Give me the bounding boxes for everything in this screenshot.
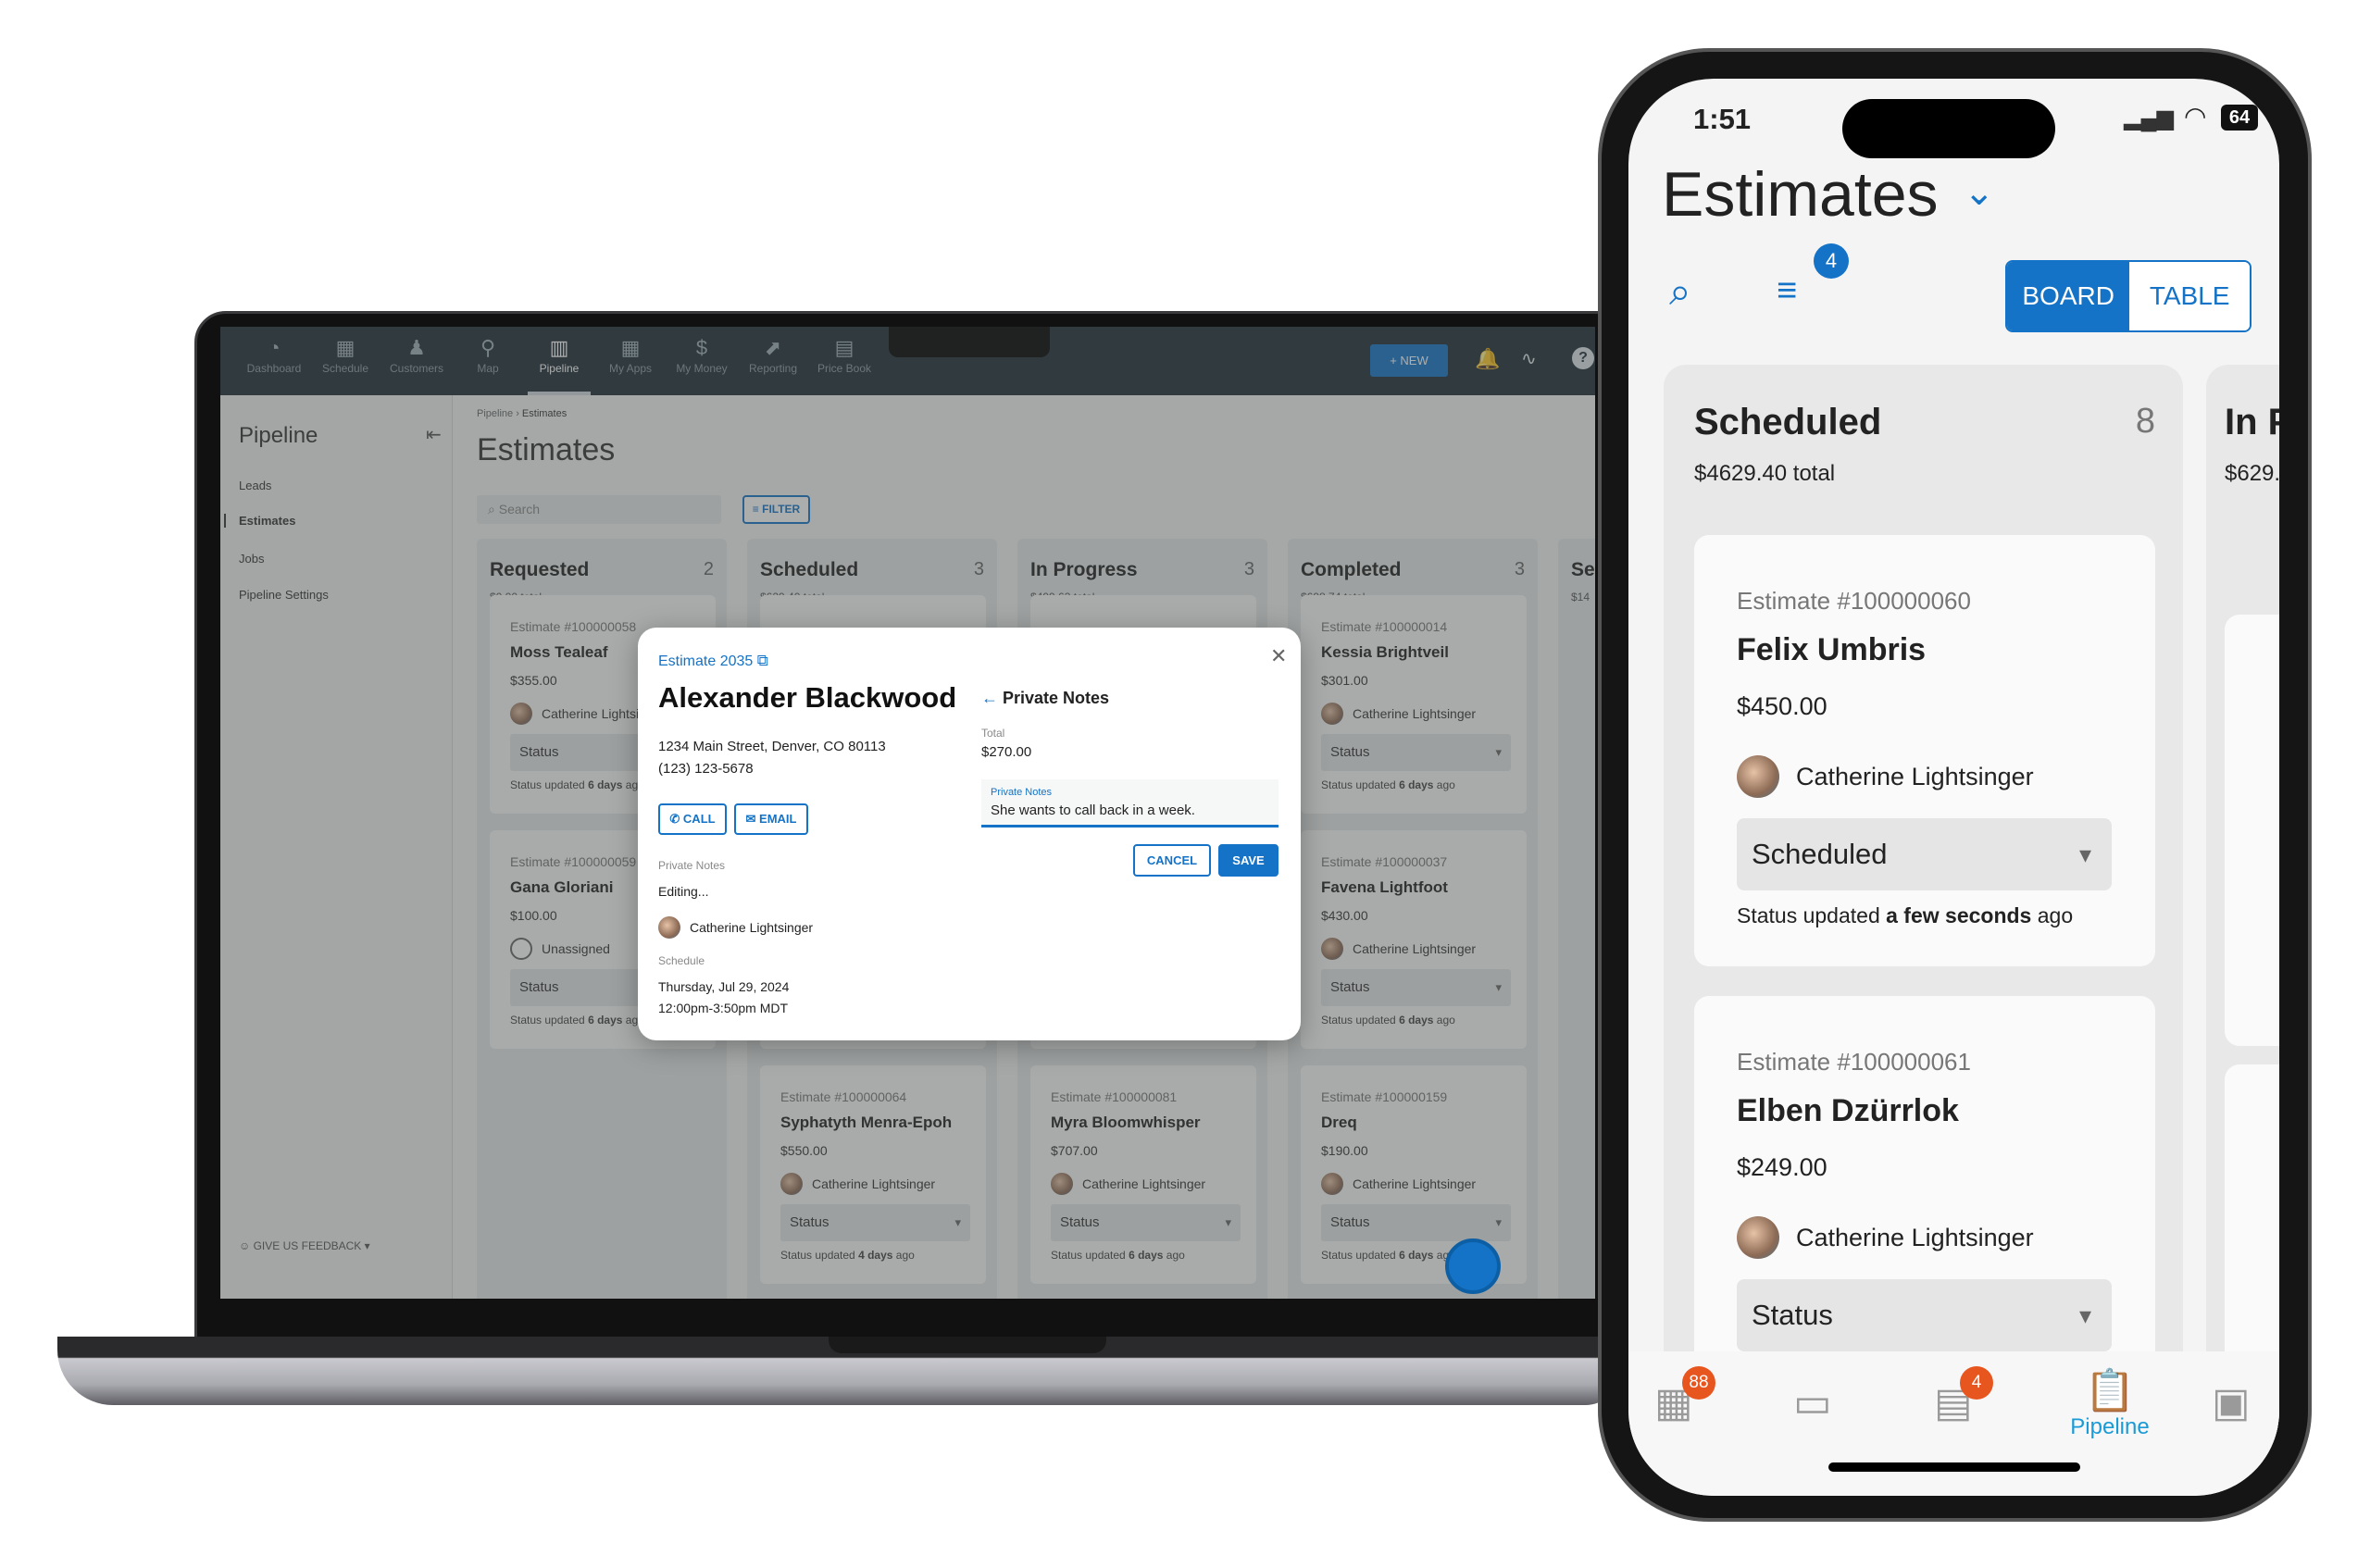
assignee: Catherine Lightsinger xyxy=(658,916,813,939)
column-total: $4629.40 total xyxy=(1694,461,1836,486)
close-icon[interactable]: ✕ xyxy=(1270,644,1287,668)
tab-contacts[interactable]: ▣ xyxy=(2212,1379,2251,1426)
avatar xyxy=(658,916,680,939)
save-button[interactable]: SAVE xyxy=(1218,844,1279,877)
column-total: $629.40 total xyxy=(2225,461,2279,486)
updated-prefix: Status updated xyxy=(1737,903,1887,927)
assignee-name: Catherine Lightsinger xyxy=(1796,1223,2034,1251)
filter-count-badge: 4 xyxy=(1814,243,1849,279)
estimate-number: Estimate #100000060 xyxy=(1737,587,1971,615)
estimate-link[interactable]: Estimate 2035 ⧉ xyxy=(658,652,768,670)
status-updated: Status updated a few seconds ago xyxy=(1737,903,2073,928)
tab-bar: ▦ 88 ▭ ▤ 4 📋 Pipeline ▣ xyxy=(1628,1351,2279,1496)
field-value: She wants to call back in a week. xyxy=(991,803,1195,818)
estimate-price: $249.00 xyxy=(1737,1153,1827,1181)
schedule-label: Schedule xyxy=(658,954,705,967)
board-column-scheduled: Scheduled 8 $4629.40 total Estimate #100… xyxy=(1664,365,2183,1475)
phone-icon: ✆ xyxy=(669,812,683,826)
calendar-icon: ▭ xyxy=(1793,1380,1832,1425)
assignee-name: Catherine Lightsinger xyxy=(1796,762,2034,790)
status-select[interactable]: Status xyxy=(1737,1279,2112,1351)
laptop-screen: ◔ Dashboard ▦ Schedule ♟ Customers ⚲ Map ▥ Pipeli… xyxy=(220,327,1595,1299)
cancel-button[interactable]: CANCEL xyxy=(1133,844,1211,877)
assignee: Catherine Lightsinger xyxy=(1737,755,2034,798)
call-button[interactable]: ✆ CALL xyxy=(658,803,727,835)
dynamic-island xyxy=(1842,99,2055,158)
search-icon[interactable]: ⌕ xyxy=(1669,269,1691,315)
avatar xyxy=(1737,1216,1779,1259)
tab-pipeline[interactable]: 📋 Pipeline xyxy=(2054,1366,2165,1440)
phone-screen: 1:51 ▂▄▆ ◠ 64 Estimates ⌄ ⌕ ≡ 4 BOARD TA… xyxy=(1628,79,2279,1496)
private-notes-label: Private Notes xyxy=(658,859,726,872)
assignee: Catherine Lightsinger xyxy=(1737,1216,2034,1259)
customer-name: Felix Umbris xyxy=(1737,632,1927,667)
private-notes-state: Editing... xyxy=(658,884,709,899)
estimate-card[interactable] xyxy=(2225,615,2279,1046)
signal-icon: ▂▄▆ xyxy=(2124,106,2174,131)
messages-badge: 4 xyxy=(1960,1366,1993,1400)
status-time: 1:51 xyxy=(1693,103,1752,135)
updated-suffix: ago xyxy=(2031,903,2074,927)
total-label: Total xyxy=(981,727,1005,740)
column-count: 8 xyxy=(2135,402,2155,441)
wifi-icon: ◠ xyxy=(2184,102,2207,131)
estimate-card[interactable]: Estimate #100000060 Felix Umbris $450.00 Ca… xyxy=(1694,535,2155,966)
column-title: Scheduled xyxy=(1694,402,1882,442)
private-notes-field[interactable]: Private Notes She wants to call back in … xyxy=(981,779,1279,828)
customer-phone: (123) 123-5678 xyxy=(658,761,754,777)
customer-name: Alexander Blackwood xyxy=(658,681,957,714)
board-toggle[interactable]: BOARD xyxy=(2007,262,2130,330)
field-label: Private Notes xyxy=(991,787,1053,798)
total-value: $270.00 xyxy=(981,744,1032,760)
battery-icon: 64 xyxy=(2221,105,2258,131)
customer-address: 1234 Main Street, Denver, CO 80113 xyxy=(658,739,886,754)
private-notes-back[interactable]: ← Private Notes xyxy=(981,689,1109,708)
external-link-icon: ⧉ xyxy=(756,652,768,669)
tab-schedule[interactable]: ▭ xyxy=(1793,1379,1832,1426)
contacts-icon: ▣ xyxy=(2212,1380,2251,1425)
email-button[interactable]: ✉ EMAIL xyxy=(734,803,808,835)
chevron-down-icon[interactable]: ⌄ xyxy=(1964,171,1995,214)
avatar xyxy=(1737,755,1779,798)
estimate-modal: Estimate 2035 ⧉ ✕ Alexander Blackwood 12… xyxy=(638,628,1301,1040)
view-toggle: BOARD TABLE xyxy=(2005,260,2252,332)
filter-icon[interactable]: ≡ xyxy=(1777,271,1797,311)
apps-badge: 88 xyxy=(1682,1366,1715,1400)
tab-label: Pipeline xyxy=(2070,1414,2150,1439)
estimate-number: Estimate #100000061 xyxy=(1737,1048,1971,1076)
chat-bubble-icon[interactable] xyxy=(1445,1238,1501,1294)
email-icon: ✉ xyxy=(745,812,760,826)
schedule-time: 12:00pm-3:50pm MDT xyxy=(658,1001,789,1015)
customer-name: Elben Dzürrlok xyxy=(1737,1093,1959,1128)
arrow-left-icon: ← xyxy=(981,689,1004,707)
schedule-date: Thursday, Jul 29, 2024 xyxy=(658,979,790,994)
page-title: Estimates xyxy=(1662,159,1939,230)
home-indicator xyxy=(1828,1462,2080,1472)
laptop-hinge-notch xyxy=(829,1337,1106,1353)
estimate-price: $450.00 xyxy=(1737,692,1827,720)
column-title: In Progress xyxy=(2225,402,2279,442)
status-select[interactable]: Scheduled xyxy=(1737,818,2112,890)
updated-time: a few seconds xyxy=(1886,903,2032,927)
clipboard-icon: 📋 xyxy=(2084,1368,2136,1413)
board-column-in-progress: In Progress $629.40 total xyxy=(2206,365,2279,1496)
table-toggle[interactable]: TABLE xyxy=(2129,262,2250,330)
